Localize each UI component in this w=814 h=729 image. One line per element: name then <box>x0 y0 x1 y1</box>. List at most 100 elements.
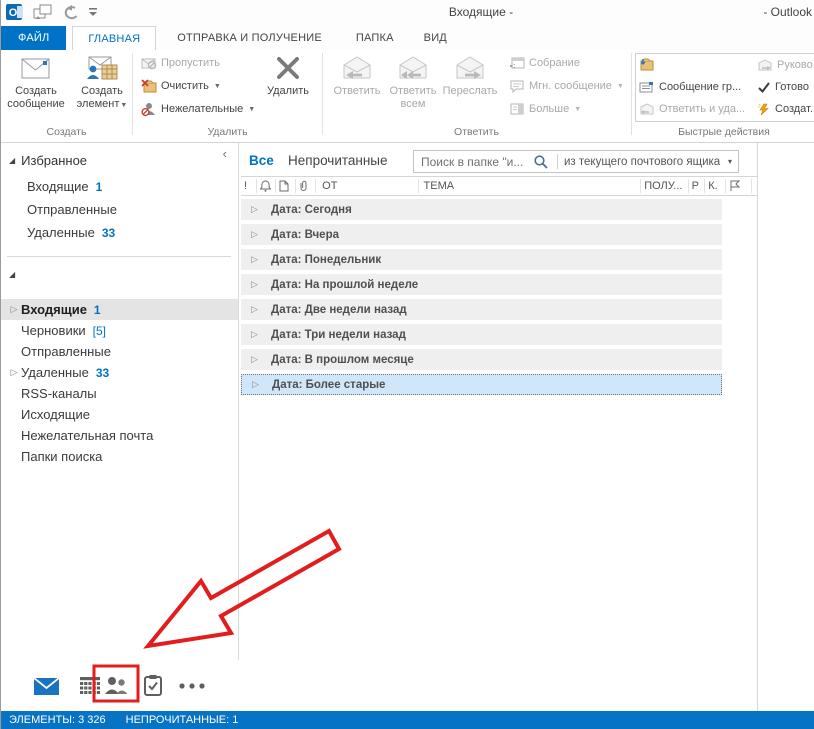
tab-home[interactable]: ГЛАВНАЯ <box>72 26 156 50</box>
column-item-type[interactable] <box>276 179 296 193</box>
mail-nav-icon[interactable] <box>34 678 59 695</box>
junk-button[interactable]: Нежелательные▼ <box>141 98 255 120</box>
search-box[interactable]: Поиск в папке "и... из текущего почтовог… <box>413 150 739 173</box>
expander-icon[interactable]: ▷ <box>7 367 21 378</box>
search-scope-caret-icon[interactable]: ▾ <box>722 157 738 166</box>
tab-view[interactable]: ВИД <box>409 26 462 50</box>
delete-x-icon <box>275 55 301 81</box>
search-scope-dropdown[interactable]: из текущего почтового ящика <box>564 156 722 168</box>
folder-deleted[interactable]: ▷ Удаленные33 <box>1 362 238 383</box>
favorite-inbox[interactable]: Входящие1 <box>27 179 102 194</box>
more-nav-icon[interactable] <box>178 682 206 690</box>
reply-delete-icon <box>639 103 655 115</box>
expander-icon[interactable]: ▷ <box>251 304 263 315</box>
quick-step-done[interactable]: Готово <box>754 76 814 98</box>
reply-icon <box>339 55 375 81</box>
paperclip-icon <box>299 180 308 192</box>
column-size[interactable]: Р <box>689 179 706 193</box>
quick-steps-gallery: Сообщение гр... Ответить и уда... Руково… <box>635 53 814 122</box>
quick-step-to-manager[interactable]: Руково... <box>754 54 814 76</box>
lightning-icon <box>757 103 771 116</box>
column-subject[interactable]: ТЕМА <box>419 179 642 193</box>
reply-all-button[interactable]: Ответить всем <box>385 52 441 126</box>
search-icon[interactable] <box>533 154 549 170</box>
group-label-respond: Ответить <box>324 126 629 138</box>
date-group-last-week[interactable]: ▷ Дата: На прошлой неделе <box>241 274 722 295</box>
cleanup-button[interactable]: Очистить▼ <box>141 75 221 97</box>
calendar-nav-icon[interactable] <box>80 677 100 695</box>
date-group-older[interactable]: ▷ Дата: Более старые <box>241 374 722 395</box>
expander-icon[interactable]: ▷ <box>251 204 263 215</box>
quick-step-create-new[interactable]: Создат... <box>754 98 814 120</box>
favorite-sent[interactable]: Отправленные <box>27 202 117 217</box>
app-title: - Outlook <box>763 5 812 19</box>
folder-search[interactable]: Папки поиска <box>1 446 238 467</box>
send-receive-icon[interactable] <box>33 4 52 20</box>
checkmark-icon <box>757 81 771 93</box>
favorite-deleted[interactable]: Удаленные33 <box>27 225 115 240</box>
account-header[interactable]: ◢ <box>9 270 21 279</box>
minimize-folder-pane-icon[interactable]: ‹ <box>223 146 227 161</box>
svg-text:O: O <box>9 7 18 19</box>
expander-icon[interactable]: ▷ <box>7 304 21 315</box>
status-bar: ЭЛЕМЕНТЫ: 3 326 НЕПРОЧИТАННЫЕ: 1 <box>1 711 814 729</box>
date-group-three-weeks[interactable]: ▷ Дата: Три недели назад <box>241 324 722 345</box>
new-item-button[interactable]: Создать элемент▼ <box>71 52 133 126</box>
tab-file[interactable]: ФАЙЛ <box>1 26 66 50</box>
cleanup-icon <box>141 79 157 93</box>
expander-icon[interactable]: ▷ <box>251 329 263 340</box>
customize-qat-icon[interactable] <box>88 6 98 18</box>
item-count-badge: 33 <box>96 366 109 380</box>
forward-icon <box>452 55 488 81</box>
forward-button[interactable]: Переслать <box>441 52 499 126</box>
expander-icon[interactable]: ▷ <box>252 379 264 390</box>
date-group-monday[interactable]: ▷ Дата: Понедельник <box>241 249 722 270</box>
search-input[interactable]: Поиск в папке "и... <box>414 155 533 169</box>
to-manager-icon <box>757 59 773 71</box>
quick-step-team-message[interactable]: Сообщение гр... <box>636 76 754 98</box>
column-from[interactable]: ОТ <box>316 179 418 193</box>
date-group-yesterday[interactable]: ▷ Дата: Вчера <box>241 224 722 245</box>
date-group-two-weeks[interactable]: ▷ Дата: Две недели назад <box>241 299 722 320</box>
column-category[interactable]: К. <box>705 179 725 193</box>
folder-drafts[interactable]: Черновики[5] <box>1 320 238 341</box>
folder-inbox[interactable]: ▷ Входящие1 <box>1 299 238 320</box>
date-group-last-month[interactable]: ▷ Дата: В прошлом месяце <box>241 349 722 370</box>
expander-icon[interactable]: ▷ <box>251 279 263 290</box>
column-importance[interactable]: ! <box>241 179 257 193</box>
delete-button[interactable]: Удалить <box>259 52 317 126</box>
quick-step-reply-delete[interactable]: Ответить и уда... <box>636 98 754 120</box>
folder-junk[interactable]: Нежелательная почта <box>1 425 238 446</box>
favorites-header[interactable]: ◢ Избранное <box>9 153 87 168</box>
people-nav-icon[interactable] <box>104 676 129 695</box>
expander-icon[interactable]: ▷ <box>251 354 263 365</box>
tasks-nav-icon[interactable] <box>144 675 162 696</box>
filter-all[interactable]: Все <box>249 153 274 168</box>
folder-sent[interactable]: Отправленные <box>1 341 238 362</box>
quick-step-move-to-folder[interactable] <box>636 54 754 76</box>
column-header-row: ! ОТ ТЕМА ПОЛУ... Р <box>241 176 758 196</box>
date-group-today[interactable]: ▷ Дата: Сегодня <box>241 199 722 220</box>
tab-send-receive[interactable]: ОТПРАВКА И ПОЛУЧЕНИЕ <box>162 26 337 50</box>
expander-icon[interactable]: ▷ <box>251 229 263 240</box>
status-unread-count: НЕПРОЧИТАННЫЕ: 1 <box>126 714 239 726</box>
folder-rss[interactable]: RSS-каналы <box>1 383 238 404</box>
tab-folder[interactable]: ПАПКА <box>341 26 409 50</box>
reply-button[interactable]: Ответить <box>329 52 385 126</box>
im-button[interactable]: Мгн. сообщение▼ <box>509 75 624 97</box>
ribbon: Создать сообщение Создать элемент▼ Созда… <box>1 50 814 143</box>
column-reminder[interactable] <box>257 179 277 193</box>
more-respond-button[interactable]: Больше▼ <box>509 98 581 120</box>
new-message-button[interactable]: Создать сообщение <box>5 52 67 126</box>
column-attachment[interactable] <box>296 179 316 193</box>
meeting-button[interactable]: Собрание <box>509 52 580 74</box>
column-received[interactable]: ПОЛУ... <box>641 179 688 193</box>
expander-icon[interactable]: ▷ <box>251 254 263 265</box>
undo-icon[interactable] <box>61 5 79 20</box>
quick-access-toolbar: O <box>6 3 98 21</box>
folder-outbox[interactable]: Исходящие <box>1 404 238 425</box>
reading-pane-divider[interactable] <box>757 143 758 711</box>
ignore-button[interactable]: Пропустить <box>141 52 220 74</box>
filter-unread[interactable]: Непрочитанные <box>288 153 388 168</box>
column-flag[interactable] <box>726 179 752 193</box>
